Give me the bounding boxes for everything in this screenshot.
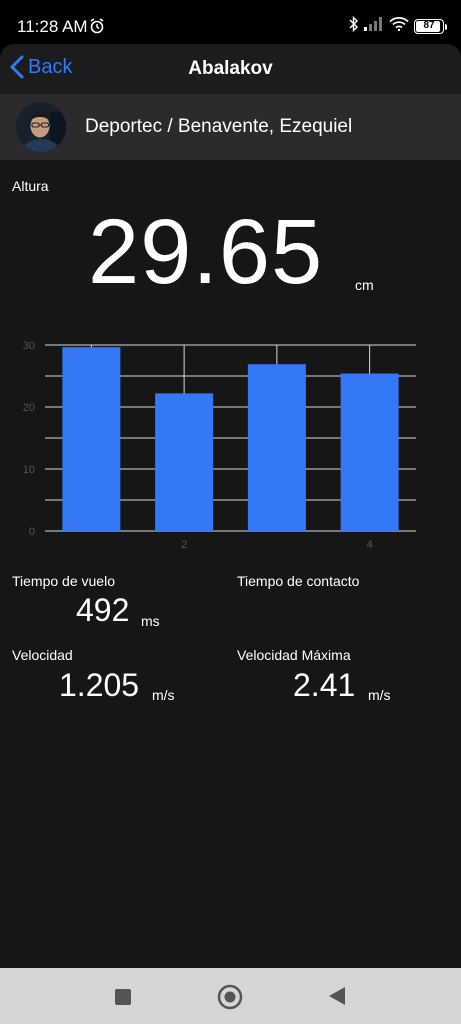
recent-apps-button[interactable] — [114, 988, 132, 1011]
battery-level: 87 — [423, 20, 435, 31]
circle-icon — [217, 984, 243, 1010]
altura-unit: cm — [355, 277, 374, 293]
velocidad-unit: m/s — [152, 687, 175, 703]
jump-height-chart: 0 10 20 30 2 4 — [23, 340, 416, 551]
chart-bar — [340, 373, 399, 531]
velocidad-label: Velocidad — [12, 647, 73, 663]
chart-bar — [155, 393, 214, 531]
tiempo-contacto-label: Tiempo de contacto — [237, 573, 360, 589]
results-panel: Altura 29.65 cm 0 10 20 30 2 4 Tiempo de vuel… — [0, 160, 461, 968]
velocidad-maxima-value: 2.41 — [293, 667, 356, 703]
athlete-row[interactable]: Deportec / Benavente, Ezequiel — [0, 94, 461, 160]
signal-icon — [364, 17, 384, 36]
navigation-bar: Back Abalakov — [0, 44, 461, 94]
chart-y-tick-label: 10 — [23, 464, 35, 476]
battery-tip — [445, 23, 447, 30]
square-icon — [115, 989, 131, 1005]
battery-icon: 87 — [414, 19, 444, 34]
chart-y-tick-label: 30 — [23, 340, 35, 352]
chart-y-tick-label: 0 — [29, 526, 35, 538]
system-navigation-bar — [0, 968, 461, 1024]
chart-bar — [62, 347, 121, 531]
velocidad-value: 1.205 — [59, 667, 140, 703]
alarm-clock-icon — [89, 18, 105, 39]
triangle-back-icon — [329, 987, 345, 1005]
velocidad-maxima-unit: m/s — [368, 687, 391, 703]
tiempo-vuelo-label: Tiempo de vuelo — [12, 573, 115, 589]
velocidad-maxima-label: Velocidad Máxima — [237, 647, 351, 663]
athlete-name: Deportec / Benavente, Ezequiel — [85, 116, 353, 137]
wifi-icon — [389, 17, 409, 36]
home-button[interactable] — [217, 984, 243, 1015]
altura-value: 29.65 — [88, 201, 324, 303]
chart-bar — [247, 364, 306, 531]
chart-x-tick-label: 4 — [367, 539, 373, 551]
avatar — [16, 102, 66, 152]
chart-x-tick-label: 2 — [181, 539, 187, 551]
status-time: 11:28 AM — [17, 17, 88, 36]
tiempo-vuelo-unit: ms — [141, 613, 160, 629]
status-bar: 11:28 AM 87 — [0, 0, 461, 44]
altura-label: Altura — [12, 178, 49, 194]
page-title: Abalakov — [188, 58, 273, 79]
chart-y-tick-label: 20 — [23, 402, 35, 414]
system-back-button[interactable] — [328, 986, 346, 1011]
tiempo-vuelo-value: 492 — [76, 592, 130, 628]
bluetooth-icon — [349, 15, 359, 37]
